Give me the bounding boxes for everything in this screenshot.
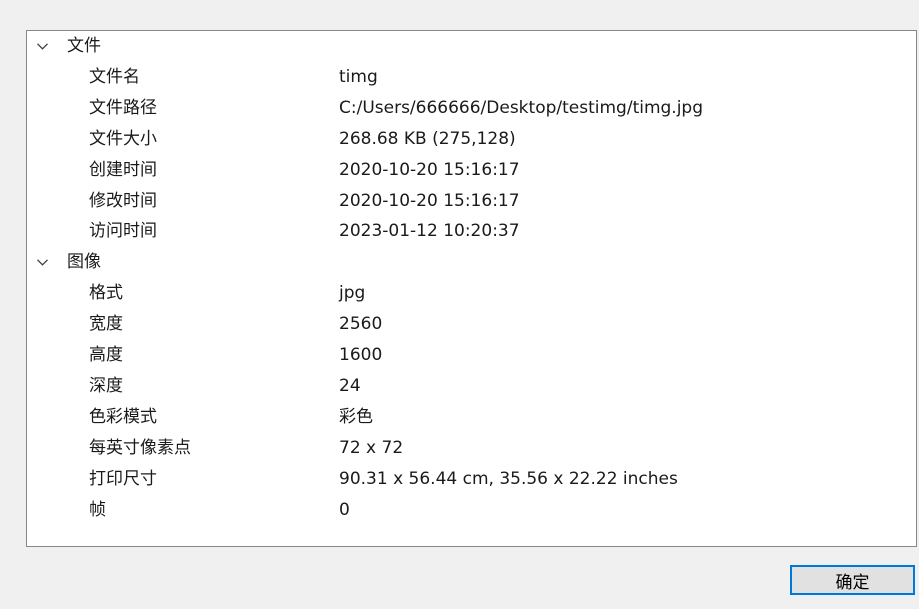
property-value: 彩色 (339, 406, 373, 427)
property-name: 深度 (89, 376, 123, 397)
chevron-down-icon[interactable] (35, 31, 49, 62)
property-name: 色彩模式 (89, 406, 157, 427)
property-name: 高度 (89, 345, 123, 366)
group-header-image[interactable]: 图像 (27, 247, 916, 278)
property-value: 2560 (339, 314, 383, 335)
property-value: 2020-10-20 15:16:17 (339, 190, 520, 211)
group-header-file[interactable]: 文件 (27, 31, 916, 62)
property-name: 修改时间 (89, 190, 157, 211)
property-value: 268.68 KB (275,128) (339, 128, 516, 149)
property-row-accessed-time[interactable]: 访问时间 2023-01-12 10:20:37 (27, 216, 916, 247)
property-value: 2023-01-12 10:20:37 (339, 221, 520, 242)
property-row-frames[interactable]: 帧 0 (27, 495, 916, 526)
property-value: 24 (339, 376, 361, 397)
property-name: 格式 (89, 283, 123, 304)
property-row-color-mode[interactable]: 色彩模式 彩色 (27, 402, 916, 433)
property-value: 0 (339, 499, 350, 520)
property-row-format[interactable]: 格式 jpg (27, 278, 916, 309)
property-row-height[interactable]: 高度 1600 (27, 340, 916, 371)
property-value: 1600 (339, 345, 383, 366)
property-name: 访问时间 (89, 221, 157, 242)
property-row-file-size[interactable]: 文件大小 268.68 KB (275,128) (27, 124, 916, 155)
property-name: 每英寸像素点 (89, 437, 191, 458)
property-value: jpg (339, 283, 366, 304)
properties-tree[interactable]: 文件 文件名 timg 文件路径 C:/Users/666666/Desktop… (26, 30, 917, 547)
property-row-created-time[interactable]: 创建时间 2020-10-20 15:16:17 (27, 155, 916, 186)
property-name: 打印尺寸 (89, 468, 157, 489)
chevron-down-icon[interactable] (35, 247, 49, 278)
ok-button[interactable]: 确定 (790, 565, 915, 595)
property-row-modified-time[interactable]: 修改时间 2020-10-20 15:16:17 (27, 186, 916, 217)
property-value: 90.31 x 56.44 cm, 35.56 x 22.22 inches (339, 468, 678, 489)
property-name: 创建时间 (89, 159, 157, 180)
property-name: 宽度 (89, 314, 123, 335)
property-name: 帧 (89, 499, 106, 520)
property-row-print-size[interactable]: 打印尺寸 90.31 x 56.44 cm, 35.56 x 22.22 inc… (27, 464, 916, 495)
property-name: 文件名 (89, 67, 140, 87)
property-row-file-name[interactable]: 文件名 timg (27, 62, 916, 93)
group-title: 文件 (67, 36, 101, 56)
property-name: 文件路径 (89, 97, 157, 118)
property-value: timg (339, 67, 378, 87)
property-value: C:/Users/666666/Desktop/testimg/timg.jpg (339, 97, 704, 118)
property-value: 2020-10-20 15:16:17 (339, 159, 520, 180)
property-row-dpi[interactable]: 每英寸像素点 72 x 72 (27, 433, 916, 464)
property-row-width[interactable]: 宽度 2560 (27, 309, 916, 340)
property-name: 文件大小 (89, 128, 157, 149)
property-value: 72 x 72 (339, 437, 404, 458)
property-row-depth[interactable]: 深度 24 (27, 371, 916, 402)
property-row-file-path[interactable]: 文件路径 C:/Users/666666/Desktop/testimg/tim… (27, 93, 916, 124)
group-title: 图像 (67, 252, 101, 273)
